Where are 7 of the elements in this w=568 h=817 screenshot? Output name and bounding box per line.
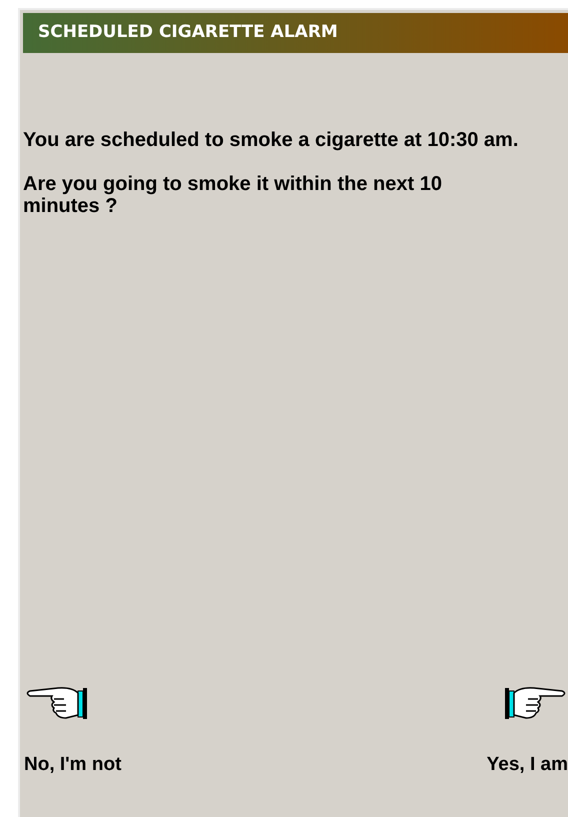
message-text: You are scheduled to smoke a cigarette at 10:30 am.	[23, 129, 520, 151]
pointing-hand-icon[interactable]	[504, 684, 568, 720]
choice-label[interactable]: No, I'm not	[24, 750, 122, 779]
message-text: Are you going to smoke it within the next 10 minutes ?	[23, 173, 443, 217]
pointing-hand-icon[interactable]	[24, 684, 88, 720]
choice-label[interactable]: Yes, I am	[486, 750, 568, 779]
title-text: SCHEDULED CIGARETTE ALARM	[38, 21, 338, 44]
